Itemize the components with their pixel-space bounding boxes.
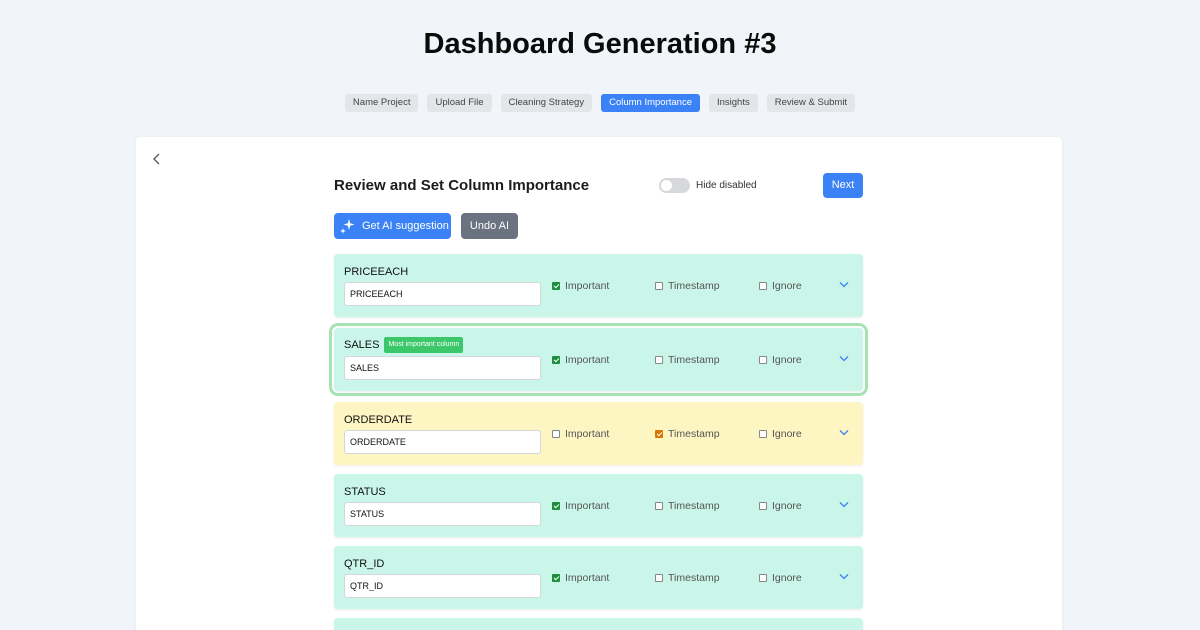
sparkle-icon	[340, 218, 355, 234]
timestamp-label: Timestamp	[668, 572, 720, 584]
important-label: Important	[565, 428, 610, 440]
next-button[interactable]: Next	[823, 173, 863, 198]
important-option[interactable]: Important	[552, 354, 609, 366]
ignore-label: Ignore	[772, 572, 802, 584]
most-important-badge: Most important column	[384, 337, 464, 353]
important-checkbox[interactable]	[552, 430, 560, 438]
section-heading: Review and Set Column Importance	[334, 177, 590, 194]
important-checkbox[interactable]	[552, 502, 560, 510]
important-option[interactable]: Important	[552, 500, 609, 512]
ignore-checkbox[interactable]	[759, 282, 767, 290]
column-name-text: SALES	[344, 339, 380, 351]
hide-disabled-label: Hide disabled	[696, 180, 757, 191]
column-name-input[interactable]	[344, 502, 541, 526]
timestamp-option[interactable]: Timestamp	[655, 428, 720, 440]
ignore-checkbox[interactable]	[759, 574, 767, 582]
chevron-down-icon[interactable]	[839, 573, 849, 580]
timestamp-checkbox[interactable]	[655, 574, 663, 582]
step-review-submit[interactable]: Review & Submit	[766, 94, 856, 112]
important-checkbox[interactable]	[552, 282, 560, 290]
chevron-down-icon[interactable]	[839, 501, 849, 508]
toggle-knob	[661, 180, 672, 191]
page-title: Dashboard Generation #3	[423, 28, 777, 60]
column-row-sales: SALES Most important column Important Tim…	[329, 323, 868, 396]
chevron-down-icon[interactable]	[839, 355, 849, 362]
timestamp-label: Timestamp	[668, 280, 720, 292]
timestamp-label: Timestamp	[668, 428, 720, 440]
step-insights[interactable]: Insights	[708, 94, 758, 112]
step-column-importance[interactable]: Column Importance	[601, 94, 700, 112]
timestamp-option[interactable]: Timestamp	[655, 280, 720, 292]
column-row-priceeach: PRICEEACH Important Timestamp Ignore	[334, 254, 863, 317]
important-label: Important	[565, 500, 610, 512]
ai-button-label: Get AI suggestion	[362, 220, 449, 232]
step-navigation: Name Project Upload File Cleaning Strate…	[0, 94, 1200, 112]
ignore-option[interactable]: Ignore	[759, 500, 802, 512]
column-row-partial	[334, 618, 863, 630]
important-option[interactable]: Important	[552, 428, 609, 440]
timestamp-checkbox[interactable]	[655, 356, 663, 364]
timestamp-checkbox[interactable]	[655, 282, 663, 290]
column-row-orderdate: ORDERDATE Important Timestamp Ignore	[334, 402, 863, 465]
column-name-text: QTR_ID	[344, 558, 385, 570]
ignore-label: Ignore	[772, 500, 802, 512]
ignore-checkbox[interactable]	[759, 356, 767, 364]
ignore-option[interactable]: Ignore	[759, 428, 802, 440]
important-option[interactable]: Important	[552, 280, 609, 292]
step-name-project[interactable]: Name Project	[344, 94, 419, 112]
column-name-text: ORDERDATE	[344, 414, 413, 426]
ignore-checkbox[interactable]	[759, 502, 767, 510]
column-name-input[interactable]	[344, 430, 541, 454]
important-label: Important	[565, 572, 610, 584]
chevron-down-icon[interactable]	[839, 281, 849, 288]
column-name: ORDERDATE	[344, 414, 412, 426]
column-row-qtr-id: QTR_ID Important Timestamp Ignore	[334, 546, 863, 609]
timestamp-option[interactable]: Timestamp	[655, 354, 720, 366]
undo-ai-button[interactable]: Undo AI	[461, 213, 518, 239]
chevron-left-icon[interactable]	[150, 152, 164, 166]
column-name-input[interactable]	[344, 574, 541, 598]
ignore-label: Ignore	[772, 354, 802, 366]
column-name: SALES Most important column	[344, 337, 464, 353]
column-name-input[interactable]	[344, 356, 541, 380]
ignore-checkbox[interactable]	[759, 430, 767, 438]
ignore-option[interactable]: Ignore	[759, 280, 802, 292]
important-checkbox[interactable]	[552, 574, 560, 582]
step-upload-file[interactable]: Upload File	[427, 94, 492, 112]
chevron-down-icon[interactable]	[839, 429, 849, 436]
ignore-label: Ignore	[772, 280, 802, 292]
column-name-text: PRICEEACH	[344, 266, 409, 278]
ignore-label: Ignore	[772, 428, 802, 440]
timestamp-label: Timestamp	[668, 500, 720, 512]
timestamp-option[interactable]: Timestamp	[655, 500, 720, 512]
important-option[interactable]: Important	[552, 572, 609, 584]
column-name: PRICEEACH	[344, 266, 408, 278]
column-name: STATUS	[344, 486, 386, 498]
column-name: QTR_ID	[344, 558, 384, 570]
important-label: Important	[565, 280, 610, 292]
timestamp-label: Timestamp	[668, 354, 720, 366]
timestamp-checkbox[interactable]	[655, 430, 663, 438]
column-name-input[interactable]	[344, 282, 541, 306]
hide-disabled-toggle[interactable]	[659, 178, 690, 193]
timestamp-option[interactable]: Timestamp	[655, 572, 720, 584]
timestamp-checkbox[interactable]	[655, 502, 663, 510]
get-ai-suggestion-button[interactable]: Get AI suggestion	[334, 213, 451, 239]
ignore-option[interactable]: Ignore	[759, 572, 802, 584]
column-name-text: STATUS	[344, 486, 386, 498]
step-cleaning-strategy[interactable]: Cleaning Strategy	[500, 94, 593, 112]
important-checkbox[interactable]	[552, 356, 560, 364]
important-label: Important	[565, 354, 610, 366]
ignore-option[interactable]: Ignore	[759, 354, 802, 366]
column-row-status: STATUS Important Timestamp Ignore	[334, 474, 863, 537]
